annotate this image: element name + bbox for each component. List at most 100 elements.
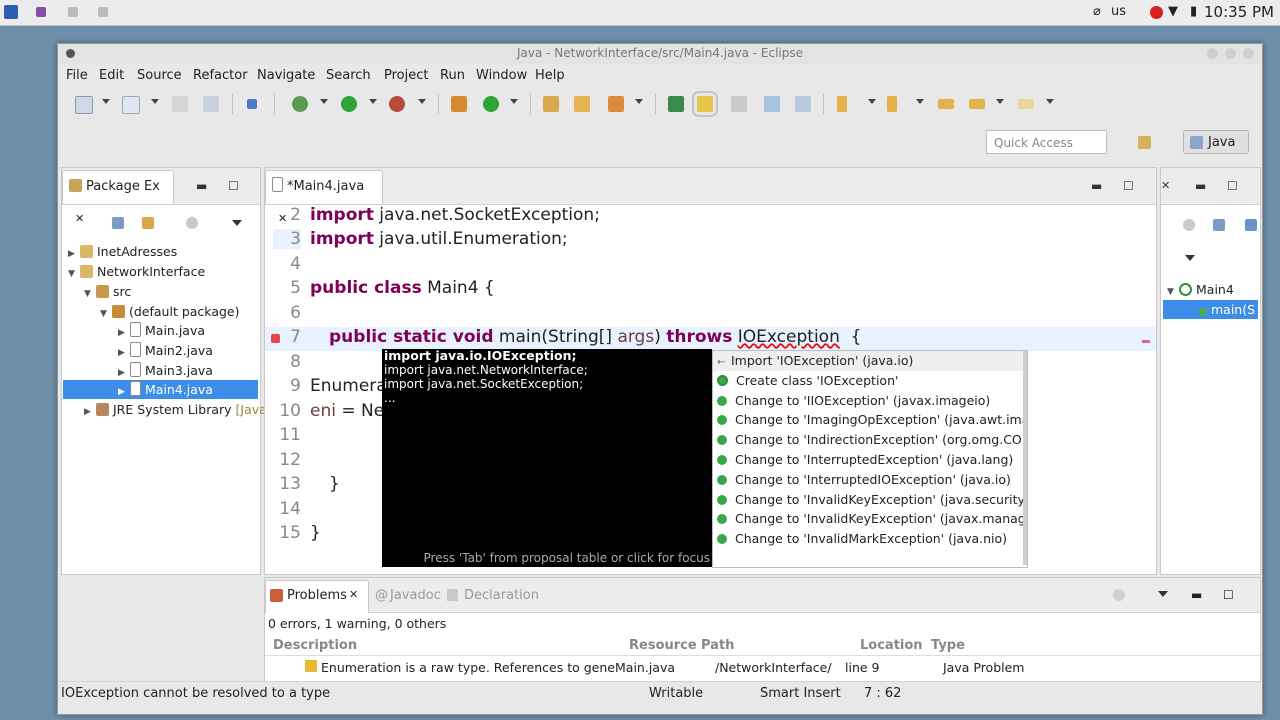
debug-dropdown-icon[interactable] xyxy=(320,99,328,104)
external-tools-icon[interactable] xyxy=(389,96,405,112)
collapse-all-icon[interactable] xyxy=(1213,219,1225,231)
keyboard-layout[interactable]: us xyxy=(1111,4,1126,19)
overview-error-marker[interactable] xyxy=(1142,340,1150,343)
new-dropdown-icon[interactable] xyxy=(102,99,110,104)
run-dropdown-icon[interactable] xyxy=(369,99,377,104)
menu-search[interactable]: Search xyxy=(326,68,371,83)
focus-icon[interactable] xyxy=(1113,589,1125,601)
show-whitespace-icon[interactable] xyxy=(764,96,780,112)
collapse-arrow-icon[interactable]: ▼ xyxy=(68,265,80,284)
proposal-item[interactable]: Change to 'IIOException' (javax.imageio) xyxy=(713,391,1027,411)
close-icon[interactable]: ✕ xyxy=(1161,179,1170,192)
previous-annotation-dropdown-icon[interactable] xyxy=(916,99,924,104)
column-header[interactable]: Description xyxy=(273,638,357,653)
proposal-item[interactable]: Change to 'IndirectionException' (org.om… xyxy=(713,430,1027,450)
search-icon[interactable] xyxy=(608,96,624,112)
paperclip-icon[interactable]: ⌀ xyxy=(1093,4,1101,19)
previous-annotation-icon[interactable] xyxy=(887,96,897,112)
new-icon[interactable] xyxy=(75,96,93,114)
battery-icon[interactable]: ▮ xyxy=(1190,4,1197,19)
tree-item[interactable]: ▶ Main3.java xyxy=(118,361,213,380)
back-icon[interactable] xyxy=(969,99,985,109)
open-type-icon[interactable] xyxy=(543,96,559,112)
block-selection-icon[interactable] xyxy=(731,96,747,112)
debug-icon[interactable] xyxy=(292,96,308,112)
minimize-icon[interactable]: ▬ xyxy=(1195,179,1206,193)
close-icon[interactable]: ✕ xyxy=(75,212,84,225)
menu-file[interactable]: File xyxy=(66,68,88,83)
close-icon[interactable]: ✕ xyxy=(349,588,358,601)
column-header[interactable]: Path xyxy=(701,638,734,653)
maximize-icon[interactable]: ☐ xyxy=(1123,179,1134,193)
proposal-item[interactable]: ← Import 'IOException' (java.io) xyxy=(713,351,1027,371)
menu-navigate[interactable]: Navigate xyxy=(257,68,315,83)
new-class-icon[interactable] xyxy=(483,96,499,112)
save-dropdown-icon[interactable] xyxy=(151,99,159,104)
new-class-dropdown-icon[interactable] xyxy=(510,99,518,104)
taskbar-app-icon[interactable] xyxy=(68,7,78,17)
taskbar-app-icon[interactable] xyxy=(36,7,46,17)
next-annotation-dropdown-icon[interactable] xyxy=(868,99,876,104)
proposal-item[interactable]: Change to 'ImagingOpException' (java.awt… xyxy=(713,410,1027,430)
view-menu-icon[interactable] xyxy=(232,220,242,226)
run-icon[interactable] xyxy=(341,96,357,112)
proposal-item[interactable]: Change to 'InterruptedException' (java.l… xyxy=(713,450,1027,470)
proposal-item[interactable]: Change to 'InvalidMarkException' (java.n… xyxy=(713,529,1027,549)
maximize-icon[interactable]: ☐ xyxy=(228,179,239,193)
maximize-icon[interactable]: ☐ xyxy=(1223,588,1234,602)
toggle-highlight-icon[interactable] xyxy=(692,91,718,117)
next-annotation-icon[interactable] xyxy=(837,96,847,112)
quick-access-input[interactable]: Quick Access xyxy=(986,130,1107,154)
external-tools-dropdown-icon[interactable] xyxy=(418,99,426,104)
menu-edit[interactable]: Edit xyxy=(99,68,124,83)
toggle-mark-occurrences-icon[interactable] xyxy=(668,96,684,112)
view-menu-icon[interactable] xyxy=(1158,591,1168,597)
tree-item[interactable]: ▶ Main.java xyxy=(118,321,205,340)
menu-help[interactable]: Help xyxy=(535,68,565,83)
tree-item[interactable]: ▼ (default package) xyxy=(100,302,239,321)
proposal-item[interactable]: Change to 'InvalidKeyException' (javax.m… xyxy=(713,509,1027,529)
menu-run[interactable]: Run xyxy=(440,68,465,83)
tree-item[interactable]: ▶ InetAdresses xyxy=(68,242,177,261)
outline-method[interactable]: main(S xyxy=(1163,300,1258,319)
proposals-scrollbar[interactable] xyxy=(1023,351,1027,565)
menu-refactor[interactable]: Refactor xyxy=(193,68,248,83)
open-perspective-icon[interactable] xyxy=(1138,136,1151,149)
forward-dropdown-icon[interactable] xyxy=(1046,99,1054,104)
proposal-item[interactable]: Create class 'IOException' xyxy=(713,371,1027,391)
record-icon[interactable] xyxy=(1150,6,1163,19)
back-dropdown-icon[interactable] xyxy=(996,99,1004,104)
tree-item[interactable]: ▼ NetworkInterface xyxy=(68,262,205,281)
tab-declaration[interactable]: Declaration xyxy=(464,588,539,603)
link-with-editor-icon[interactable] xyxy=(142,217,154,229)
table-row[interactable]: Enumeration is a raw type. References to… xyxy=(265,658,1260,678)
save-icon[interactable] xyxy=(122,96,140,114)
menu-source[interactable]: Source xyxy=(137,68,182,83)
view-menu-icon[interactable] xyxy=(1185,255,1195,261)
column-header[interactable]: Resource xyxy=(629,638,697,653)
clock[interactable]: 10:35 PM xyxy=(1204,3,1274,21)
taskbar-app-icon[interactable] xyxy=(98,7,108,17)
save-all-icon[interactable] xyxy=(172,96,188,112)
tab-package-explorer[interactable]: Package Ex ✕ xyxy=(62,170,174,225)
tree-item[interactable]: ▶ JRE System Library [Java xyxy=(84,400,267,419)
focus-icon[interactable] xyxy=(186,217,198,229)
focus-icon[interactable] xyxy=(1183,219,1195,231)
collapse-arrow-icon[interactable]: ▼ xyxy=(100,305,112,324)
menu-window[interactable]: Window xyxy=(476,68,527,83)
java-perspective-button[interactable]: Java xyxy=(1183,130,1249,154)
proposal-item[interactable]: Change to 'InterruptedIOException' (java… xyxy=(713,470,1027,490)
new-java-project-icon[interactable] xyxy=(451,96,467,112)
paragraph-icon[interactable] xyxy=(795,96,811,112)
tab-javadoc[interactable]: Javadoc xyxy=(390,588,441,603)
minimize-icon[interactable]: ▬ xyxy=(196,179,207,193)
minimize-icon[interactable]: ▬ xyxy=(1191,588,1202,602)
collapse-arrow-icon[interactable]: ▼ xyxy=(84,285,96,304)
column-header[interactable]: Location xyxy=(860,638,923,653)
collapse-all-icon[interactable] xyxy=(112,217,124,229)
column-header[interactable]: Type xyxy=(931,638,965,653)
menu-project[interactable]: Project xyxy=(384,68,428,83)
expand-arrow-icon[interactable]: ▶ xyxy=(84,403,96,422)
maximize-button[interactable] xyxy=(1225,48,1236,59)
tree-item-selected[interactable]: ▶ Main4.java xyxy=(63,380,258,399)
